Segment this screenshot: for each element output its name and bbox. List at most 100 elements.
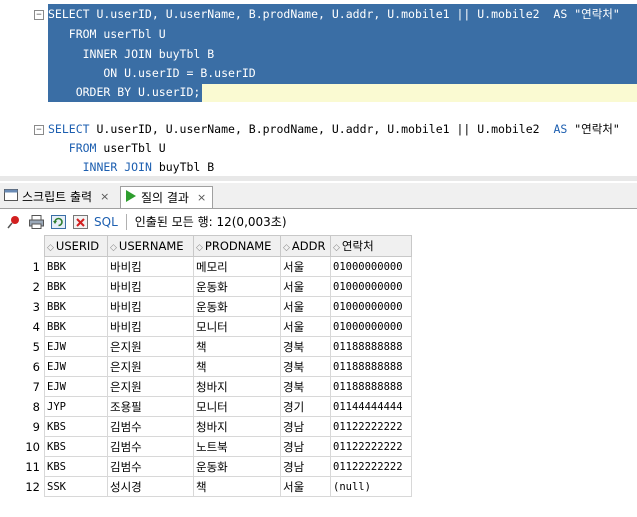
cell-username[interactable]: 바비킴 (107, 276, 194, 297)
cell-userid[interactable]: EJW (44, 356, 108, 377)
cell-prodname[interactable]: 모니터 (193, 316, 281, 337)
table-row[interactable]: 12 SSK 성시경 책 서울 (null) (0, 476, 412, 497)
cancel-icon[interactable] (72, 214, 88, 230)
cell-contact[interactable]: 01000000000 (330, 276, 412, 297)
column-header-userid[interactable]: ◇ USERID (44, 235, 108, 257)
table-row[interactable]: 9 KBS 김범수 청바지 경남 01122222222 (0, 416, 412, 437)
close-icon[interactable]: × (100, 190, 109, 203)
cell-username[interactable]: 김범수 (107, 456, 194, 477)
cell-userid[interactable]: BBK (44, 296, 108, 317)
cell-username[interactable]: 바비킴 (107, 256, 194, 277)
close-icon[interactable]: × (197, 191, 206, 204)
cell-username[interactable]: 성시경 (107, 476, 194, 497)
cell-addr[interactable]: 서울 (280, 256, 331, 277)
row-number: 12 (25, 479, 40, 494)
table-row[interactable]: 11 KBS 김범수 운동화 경남 01122222222 (0, 456, 412, 477)
pin-icon[interactable] (6, 214, 22, 230)
cell-addr[interactable]: 경북 (280, 336, 331, 357)
cell-contact[interactable]: 01188888888 (330, 376, 412, 397)
cell-userid[interactable]: BBK (44, 316, 108, 337)
editor-line-4: ON U.userID = B.userID (48, 66, 256, 80)
refresh-icon[interactable] (50, 214, 66, 230)
cell-prodname[interactable]: 운동화 (193, 276, 281, 297)
cell-username[interactable]: 바비킴 (107, 316, 194, 337)
cell-contact[interactable]: 01000000000 (330, 256, 412, 277)
cell-username[interactable]: 은지원 (107, 376, 194, 397)
column-header-username[interactable]: ◇ USERNAME (107, 235, 194, 257)
column-header-addr[interactable]: ◇ ADDR (280, 235, 331, 257)
tab-script-output[interactable]: 스크립트 출력 × (4, 186, 109, 206)
cell-prodname[interactable]: 책 (193, 336, 281, 357)
cell-userid[interactable]: KBS (44, 436, 108, 457)
cell-addr[interactable]: 서울 (280, 316, 331, 337)
table-row[interactable]: 10 KBS 김범수 노트북 경남 01122222222 (0, 436, 412, 457)
row-number: 10 (25, 439, 40, 454)
cell-username[interactable]: 김범수 (107, 436, 194, 457)
cell-addr[interactable]: 서울 (280, 296, 331, 317)
cell-prodname[interactable]: 청바지 (193, 416, 281, 437)
table-row[interactable]: 7 EJW 은지원 청바지 경북 01188888888 (0, 376, 412, 397)
cell-userid[interactable]: JYP (44, 396, 108, 417)
cell-userid[interactable]: KBS (44, 416, 108, 437)
cell-userid[interactable]: KBS (44, 456, 108, 477)
cell-contact[interactable]: 01000000000 (330, 316, 412, 337)
tab-query-result[interactable]: 질의 결과 × (120, 186, 214, 208)
cell-prodname[interactable]: 메모리 (193, 256, 281, 277)
cell-contact[interactable]: 01122222222 (330, 436, 412, 457)
table-row[interactable]: 6 EJW 은지원 책 경북 01188888888 (0, 356, 412, 377)
result-tabs: 스크립트 출력 × 질의 결과 × (0, 183, 637, 209)
cell-contact[interactable]: 01122222222 (330, 416, 412, 437)
cell-userid[interactable]: BBK (44, 256, 108, 277)
sort-icon: ◇ (196, 243, 203, 253)
result-toolbar: SQL 인출된 모든 행: 12(0,003초) (0, 209, 637, 234)
cell-addr[interactable]: 경기 (280, 396, 331, 417)
table-row[interactable]: 1 BBK 바비킴 메모리 서울 01000000000 (0, 256, 412, 277)
table-row[interactable]: 5 EJW 은지원 책 경북 01188888888 (0, 336, 412, 357)
cell-contact[interactable]: 01000000000 (330, 296, 412, 317)
cell-contact[interactable]: (null) (330, 476, 412, 497)
panel-splitter[interactable] (0, 176, 637, 181)
fold-toggle-2[interactable]: − (34, 125, 44, 135)
cell-addr[interactable]: 경북 (280, 356, 331, 377)
table-row[interactable]: 8 JYP 조용필 모니터 경기 01144444444 (0, 396, 412, 417)
cell-addr[interactable]: 경남 (280, 456, 331, 477)
cell-userid[interactable]: EJW (44, 376, 108, 397)
cell-prodname[interactable]: 운동화 (193, 296, 281, 317)
result-grid[interactable]: ◇ USERID ◇ USERNAME ◇ PRODNAME ◇ ADDR ◇ 연락처 1… (0, 235, 412, 497)
editor-line-8: FROM userTbl U (68, 141, 166, 155)
cell-addr[interactable]: 경남 (280, 436, 331, 457)
cell-userid[interactable]: EJW (44, 336, 108, 357)
sql-editor[interactable]: − − SELECT U.userID, U.userName, B.prodN… (0, 0, 637, 177)
table-row[interactable]: 4 BBK 바비킴 모니터 서울 01000000000 (0, 316, 412, 337)
cell-username[interactable]: 김범수 (107, 416, 194, 437)
cell-username[interactable]: 조용필 (107, 396, 194, 417)
print-icon[interactable] (28, 214, 44, 230)
column-header-prodname[interactable]: ◇ PRODNAME (193, 235, 281, 257)
cell-username[interactable]: 은지원 (107, 356, 194, 377)
cell-addr[interactable]: 서울 (280, 476, 331, 497)
cell-contact[interactable]: 01144444444 (330, 396, 412, 417)
cell-addr[interactable]: 경북 (280, 376, 331, 397)
cell-prodname[interactable]: 책 (193, 356, 281, 377)
cell-contact[interactable]: 01188888888 (330, 336, 412, 357)
cell-contact[interactable]: 01122222222 (330, 456, 412, 477)
cell-addr[interactable]: 서울 (280, 276, 331, 297)
cell-userid[interactable]: BBK (44, 276, 108, 297)
cell-username[interactable]: 은지원 (107, 336, 194, 357)
fold-toggle-1[interactable]: − (34, 10, 44, 20)
cell-prodname[interactable]: 청바지 (193, 376, 281, 397)
column-header-contact[interactable]: ◇ 연락처 (330, 235, 412, 257)
cell-prodname[interactable]: 운동화 (193, 456, 281, 477)
row-number: 1 (32, 259, 40, 274)
cell-username[interactable]: 바비킴 (107, 296, 194, 317)
cell-addr[interactable]: 경남 (280, 416, 331, 437)
cell-userid[interactable]: SSK (44, 476, 108, 497)
cell-prodname[interactable]: 모니터 (193, 396, 281, 417)
sql-button[interactable]: SQL (94, 215, 118, 229)
table-row[interactable]: 2 BBK 바비킴 운동화 서울 01000000000 (0, 276, 412, 297)
cell-contact[interactable]: 01188888888 (330, 356, 412, 377)
row-number: 2 (32, 279, 40, 294)
cell-prodname[interactable]: 노트북 (193, 436, 281, 457)
table-row[interactable]: 3 BBK 바비킴 운동화 서울 01000000000 (0, 296, 412, 317)
cell-prodname[interactable]: 책 (193, 476, 281, 497)
